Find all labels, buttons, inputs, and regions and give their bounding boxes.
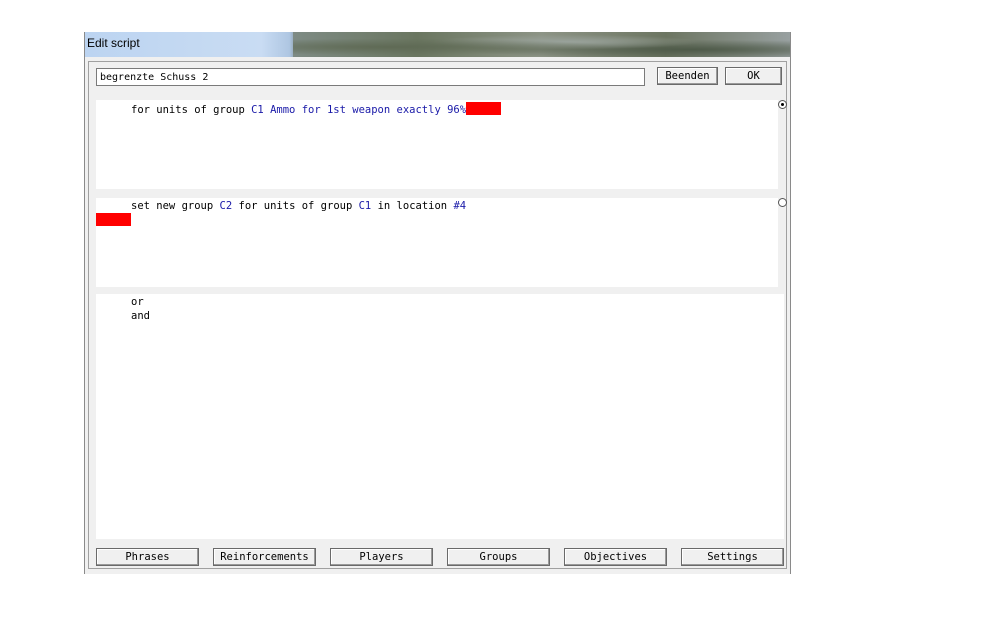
condition-text-2[interactable]: Ammo for 1st weapon exactly 96% [264,104,466,116]
beenden-button[interactable]: Beenden [657,67,718,85]
title-bar-background-image [293,32,790,57]
tab-players[interactable]: Players [330,548,433,566]
title-bar[interactable]: Edit script [85,32,790,57]
action-new-group-link[interactable]: C2 [220,200,233,212]
action-group-link[interactable]: C1 [359,200,372,212]
radio-dot-icon [781,103,784,106]
edit-script-window: Edit script Beenden OK for units of grou… [84,32,791,574]
condition-radio-selected[interactable] [778,100,787,109]
condition-group-link[interactable]: C1 [251,104,264,116]
condition-panel[interactable]: for units of group C1 Ammo for 1st weapo… [96,100,778,189]
condition-text-1: for units of group [131,104,252,116]
condition-insert-marker[interactable] [466,102,502,115]
operator-and[interactable]: and [131,310,150,322]
action-insert-marker[interactable] [96,213,131,226]
action-text-1: set new group [131,200,220,212]
tab-phrases[interactable]: Phrases [96,548,199,566]
action-radio[interactable] [778,198,787,207]
tab-reinforcements[interactable]: Reinforcements [213,548,316,566]
window-title: Edit script [87,36,140,50]
ok-button[interactable]: OK [725,67,782,85]
tab-settings[interactable]: Settings [681,548,784,566]
action-panel[interactable]: set new group C2 for units of group C1 i… [96,198,778,287]
tab-objectives[interactable]: Objectives [564,548,667,566]
condition-line[interactable]: for units of group C1 Ammo for 1st weapo… [131,102,502,116]
action-line[interactable]: set new group C2 for units of group C1 i… [131,200,466,212]
action-text-2: for units of group [232,200,359,212]
action-location-link[interactable]: #4 [453,200,466,212]
action-text-3: in location [371,200,454,212]
script-name-input[interactable] [96,68,645,86]
tab-groups[interactable]: Groups [447,548,550,566]
operator-or[interactable]: or [131,296,144,308]
phrases-panel[interactable]: or and [96,294,784,539]
